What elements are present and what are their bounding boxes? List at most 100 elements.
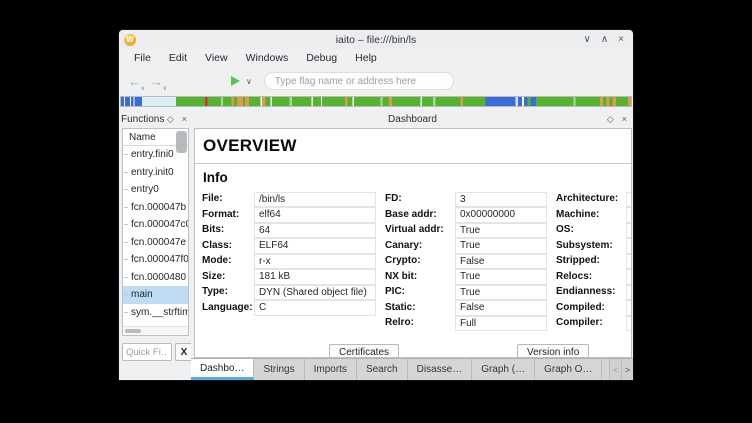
tab-scroll-right-icon[interactable]: > (621, 359, 633, 380)
function-name: fcn.0000480 (131, 272, 186, 283)
info-row: Compiler:N/A (556, 315, 632, 331)
back-icon[interactable]: ←∨ (128, 75, 141, 88)
functions-horizontal-scrollbar[interactable] (123, 326, 188, 335)
menu-item-help[interactable]: Help (346, 50, 386, 66)
tab-disasse-[interactable]: Disasse… (408, 359, 473, 380)
info-value[interactable]: linux (626, 223, 632, 239)
tab-graph-[interactable]: Graph (… (472, 359, 535, 380)
info-label: Stripped: (556, 255, 626, 266)
dashboard-panel-header[interactable]: Dashboard ◇ × (194, 111, 631, 128)
function-list-item[interactable]: entry0 (123, 181, 188, 199)
tab-scroll-left-icon[interactable]: < (609, 359, 621, 380)
iaito-window: W iaito – file:///bin/ls ∨ ∧ × FileEditV… (118, 29, 634, 381)
info-value[interactable]: True (455, 285, 547, 301)
function-name: fcn.000047f0 (131, 254, 188, 265)
info-value[interactable]: False (626, 254, 632, 270)
info-value[interactable]: DYN (Shared object file) (254, 285, 376, 301)
function-name: entry0 (131, 184, 159, 195)
info-value[interactable]: True (455, 269, 547, 285)
function-list-item[interactable]: fcn.000047f0 (123, 251, 188, 269)
version-info-button[interactable]: Version info (517, 344, 589, 359)
info-value[interactable]: 0x00000000 (455, 207, 547, 223)
menu-item-file[interactable]: File (125, 50, 160, 66)
info-label: Language: (202, 302, 254, 313)
minimize-icon[interactable]: ∨ (584, 35, 591, 45)
info-value[interactable]: AMD x86 (626, 207, 632, 223)
info-value[interactable]: x86 (626, 192, 632, 208)
info-value[interactable]: linux (626, 238, 632, 254)
titlebar[interactable]: W iaito – file:///bin/ls ∨ ∧ × (119, 30, 633, 49)
info-value[interactable]: Full (455, 316, 547, 332)
info-label: Virtual addr: (385, 224, 455, 235)
info-value[interactable]: C (254, 300, 376, 316)
info-row: Size:181 kB (202, 269, 376, 285)
colorbar[interactable] (120, 96, 632, 107)
function-list-item[interactable]: fcn.000047b (123, 199, 188, 217)
info-value[interactable]: 3 (455, 192, 547, 208)
info-label: Bits: (202, 224, 254, 235)
function-list-item[interactable]: fcn.0000480 (123, 269, 188, 287)
menu-item-view[interactable]: View (196, 50, 237, 66)
info-value[interactable]: False (455, 254, 547, 270)
info-value[interactable]: False (455, 300, 547, 316)
functions-float-icon[interactable]: ◇ (167, 115, 174, 124)
continue-play-icon[interactable] (231, 76, 240, 86)
info-value[interactable]: ELF64 (254, 238, 376, 254)
menu-item-debug[interactable]: Debug (297, 50, 346, 66)
functions-close-icon[interactable]: × (182, 115, 187, 124)
tab-search[interactable]: Search (357, 359, 408, 380)
functions-hscroll-thumb[interactable] (125, 329, 141, 333)
function-list-item[interactable]: entry.init0 (123, 164, 188, 182)
info-label: OS: (556, 224, 626, 235)
app-logo-icon: W (124, 34, 136, 46)
info-value[interactable]: 181 kB (254, 269, 376, 285)
function-list-item[interactable]: sym.__strftim (123, 304, 188, 322)
tab-imports[interactable]: Imports (305, 359, 357, 380)
menu-item-windows[interactable]: Windows (237, 50, 298, 66)
info-row: OS:linux (556, 222, 632, 238)
info-row: FD:3 (385, 191, 547, 207)
tree-branch-icon (124, 242, 128, 243)
tree-branch-icon (124, 207, 128, 208)
play-dropdown-icon[interactable]: ∨ (246, 77, 252, 86)
close-icon[interactable]: × (618, 35, 624, 45)
dashboard-content: OVERVIEW Info File:/bin/lsFormat:elf64Bi… (194, 128, 632, 358)
function-list-item[interactable]: entry.fini0 (123, 146, 188, 164)
quick-filter-input[interactable] (122, 343, 172, 361)
info-value[interactable]: N/A (626, 316, 632, 332)
info-value[interactable]: elf64 (254, 207, 376, 223)
function-list-item[interactable]: fcn.000047c0 (123, 216, 188, 234)
info-row: Machine:AMD x86 (556, 207, 632, 223)
function-list-item[interactable]: main (123, 286, 188, 304)
forward-icon[interactable]: →∨ (150, 75, 163, 88)
info-value[interactable]: True (455, 223, 547, 239)
certificates-button[interactable]: Certificates (329, 344, 399, 359)
menu-item-edit[interactable]: Edit (160, 50, 196, 66)
tab-graph-o-[interactable]: Graph O… (535, 359, 602, 380)
info-row: Bits:64 (202, 222, 376, 238)
info-value[interactable]: True (626, 269, 632, 285)
window-controls: ∨ ∧ × (584, 35, 634, 45)
info-label: Type: (202, 286, 254, 297)
info-value[interactable]: 64 (254, 223, 376, 239)
maximize-icon[interactable]: ∧ (601, 35, 608, 45)
function-list-item[interactable]: fcn.000047e (123, 234, 188, 252)
info-value[interactable]: /bin/ls (254, 192, 376, 208)
window-title: iaito – file:///bin/ls (119, 34, 633, 46)
functions-panel-header[interactable]: Functions ◇ × (121, 111, 191, 128)
tab-dashbo-[interactable]: Dashbo… (191, 359, 254, 380)
info-value[interactable]: True (455, 238, 547, 254)
info-row: Subsystem:linux (556, 238, 632, 254)
info-value[interactable]: N/A (626, 300, 632, 316)
info-row: NX bit:True (385, 269, 547, 285)
functions-column-header[interactable]: Name (123, 129, 188, 146)
functions-list: entry.fini0entry.init0entry0fcn.000047bf… (123, 146, 188, 327)
tree-branch-icon (124, 172, 128, 173)
info-label: Class: (202, 240, 254, 251)
function-name: entry.init0 (131, 167, 174, 178)
tree-branch-icon (124, 294, 128, 295)
info-value[interactable]: little (626, 285, 632, 301)
tab-strings[interactable]: Strings (254, 359, 304, 380)
info-value[interactable]: r-x (254, 254, 376, 270)
search-input[interactable] (264, 72, 454, 90)
